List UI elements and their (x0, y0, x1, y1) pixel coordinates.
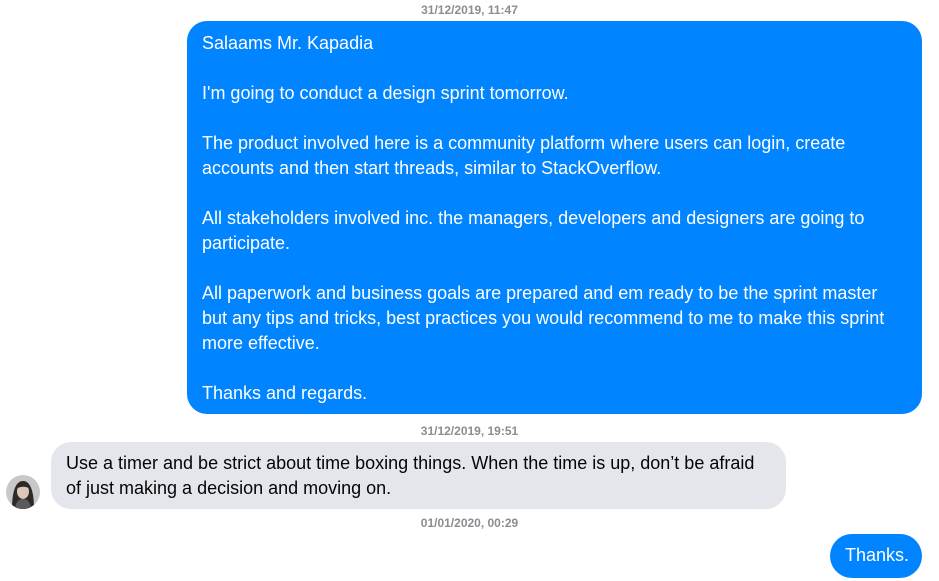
incoming-message[interactable]: Use a timer and be strict about time box… (51, 442, 786, 509)
avatar[interactable] (6, 475, 40, 509)
chat-thread: 31/12/2019, 11:47 Salaams Mr. Kapadia I'… (0, 0, 939, 581)
message-timestamp: 01/01/2020, 00:29 (420, 516, 519, 530)
message-timestamp: 31/12/2019, 11:47 (421, 3, 518, 17)
outgoing-message[interactable]: Salaams Mr. Kapadia I'm going to conduct… (187, 21, 922, 414)
outgoing-message[interactable]: Thanks. (830, 534, 922, 578)
user-avatar-icon (6, 475, 40, 509)
message-timestamp: 31/12/2019, 19:51 (420, 424, 519, 438)
